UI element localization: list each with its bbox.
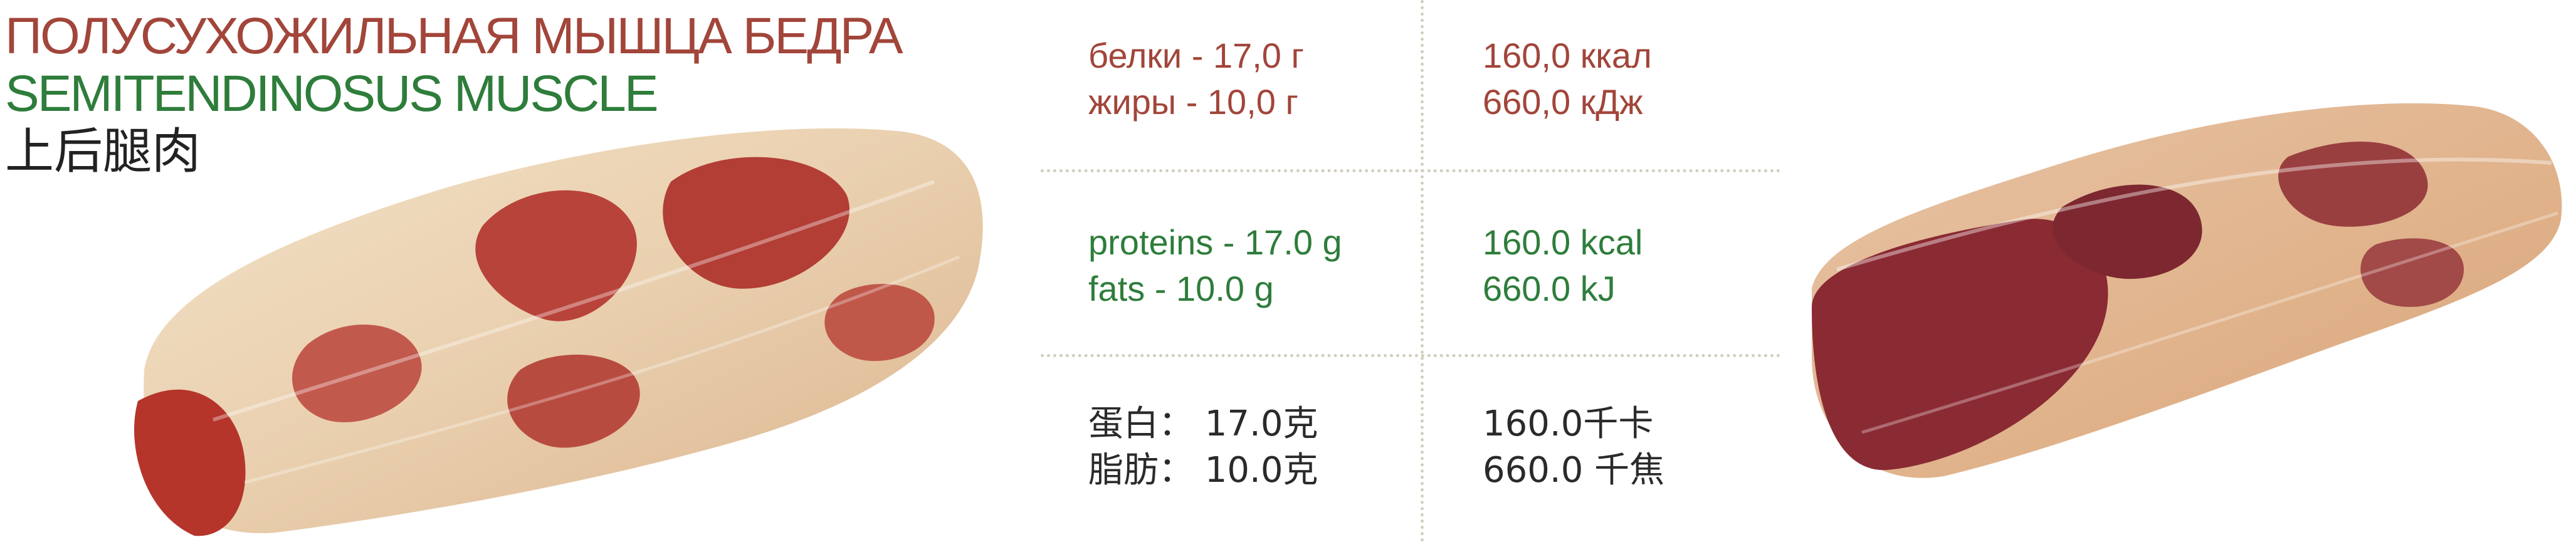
nutrition-ru-macros: белки - 17,0 г жиры - 10,0 г [1088,33,1304,125]
proteins-ru: белки - 17,0 г [1088,36,1304,75]
nutrition-zh-energy: 160.0千卡 660.0 千焦 [1483,401,1664,494]
proteins-zh: 蛋白： 17.0克 [1088,404,1318,444]
title-russian: ПОЛУСУХОЖИЛЬНАЯ МЫШЦА БЕДРА [5,8,903,65]
nutrition-table: белки - 17,0 г жиры - 10,0 г 160,0 ккал … [1041,0,1780,542]
kj-zh: 660.0 千焦 [1483,450,1665,491]
nutrition-en-energy: 160.0 kcal 660.0 kJ [1483,219,1643,312]
row-divider [1041,169,1780,172]
nutrition-en-macros: proteins - 17.0 g fats - 10.0 g [1088,219,1342,312]
fats-zh: 脂肪： 10.0克 [1088,450,1318,491]
fats-en: fats - 10.0 g [1088,269,1274,308]
raw-meat-cut-photo [134,128,983,536]
fats-ru: жиры - 10,0 г [1088,82,1298,122]
kj-ru: 660,0 кДж [1483,82,1643,122]
kcal-ru: 160,0 ккал [1483,36,1652,75]
kj-en: 660.0 kJ [1483,269,1616,308]
nutrition-ru-energy: 160,0 ккал 660,0 кДж [1483,33,1652,125]
kcal-zh: 160.0千卡 [1483,404,1654,444]
proteins-en: proteins - 17.0 g [1088,222,1342,262]
nutrition-zh-macros: 蛋白： 17.0克 脂肪： 10.0克 [1088,401,1318,494]
vacuum-packed-meat-photo [1812,103,2562,478]
kcal-en: 160.0 kcal [1483,222,1643,262]
column-divider [1421,0,1424,542]
row-divider [1041,354,1780,357]
